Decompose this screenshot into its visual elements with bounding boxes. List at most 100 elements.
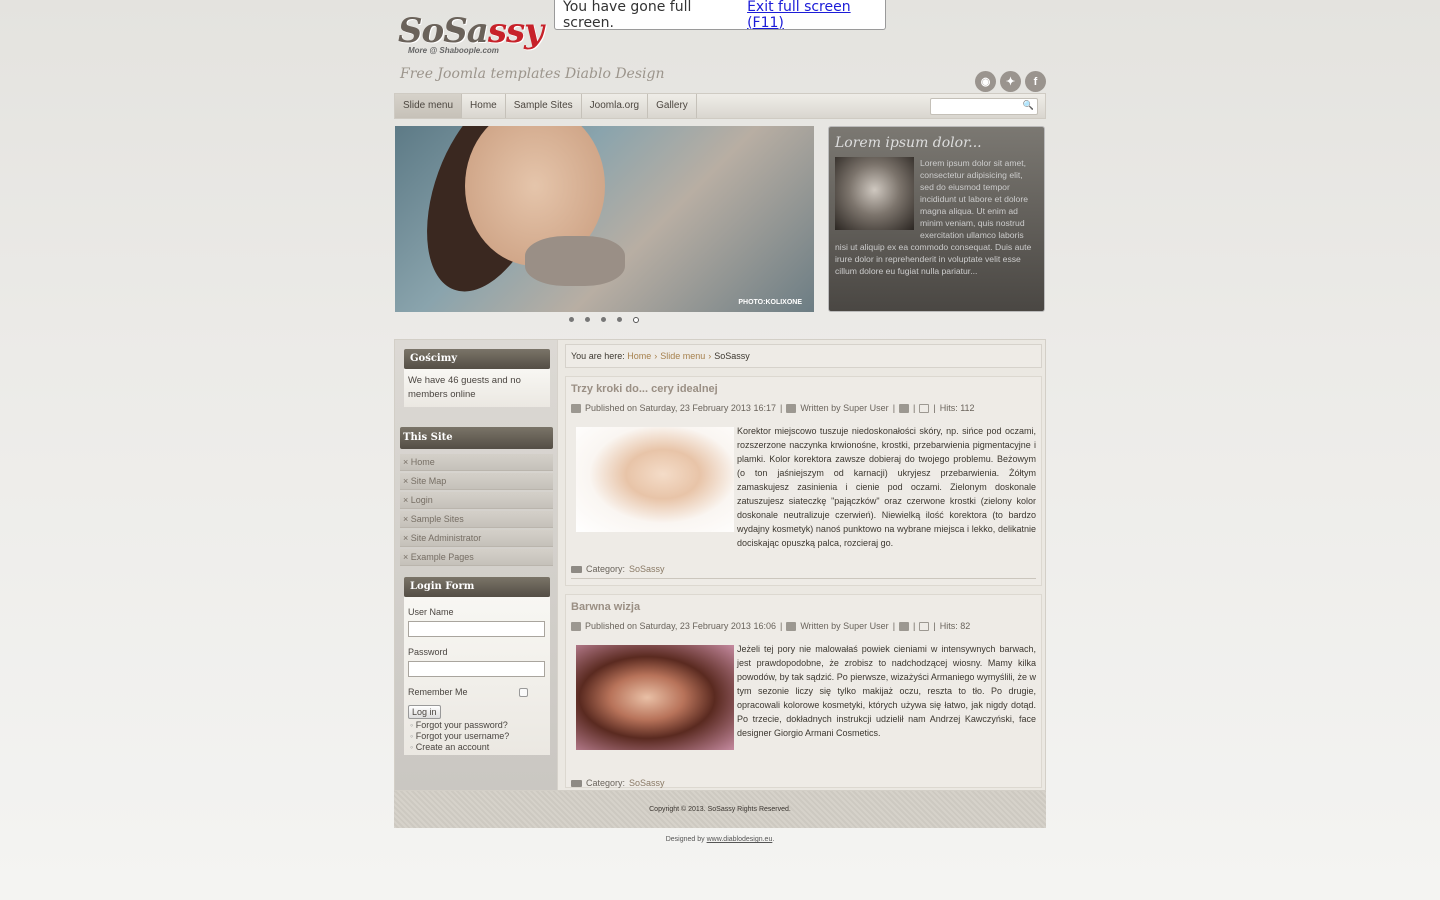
article-published: Published on Saturday, 23 February 2013 …	[585, 403, 776, 413]
print-icon[interactable]	[899, 403, 910, 413]
menu-item-sample-sites[interactable]: × Sample Sites	[400, 511, 553, 528]
article-author: Written by Super User	[800, 403, 889, 413]
article-meta: Published on Saturday, 23 February 2013 …	[571, 403, 1036, 413]
article-hits: Hits: 82	[939, 621, 971, 631]
calendar-icon	[571, 621, 581, 631]
remember-checkbox[interactable]	[519, 687, 528, 697]
folder-icon	[571, 779, 582, 787]
breadcrumb-slide-menu[interactable]: Slide menu	[660, 351, 705, 361]
login-button[interactable]: Log in	[408, 705, 441, 719]
content-area: Gościmy We have 46 guests and no members…	[394, 339, 1046, 793]
facebook-icon[interactable]: f	[1025, 71, 1046, 92]
twitter-icon[interactable]: ✦	[1000, 71, 1021, 92]
article-body: Jeżeli tej pory nie malowałaś powiek cie…	[571, 644, 1036, 750]
menu-item-site-map[interactable]: × Site Map	[400, 473, 553, 490]
feature-thumbnail	[835, 157, 914, 230]
login-form: User Name Password Remember Me Log in Fo…	[404, 597, 550, 755]
guests-module: Gościmy We have 46 guests and no members…	[404, 349, 550, 407]
slider-dot[interactable]	[585, 317, 590, 322]
article-title[interactable]: Barwna wizja	[571, 601, 1036, 613]
category-link[interactable]: SoSassy	[629, 778, 665, 788]
guests-title: Gościmy	[404, 349, 550, 369]
fullscreen-notice: You have gone full screen. Exit full scr…	[554, 0, 886, 31]
password-field[interactable]	[408, 661, 545, 677]
article-image	[576, 427, 734, 532]
create-account-link[interactable]: Create an account	[410, 742, 546, 753]
article-text: Korektor miejscowo tuszuje niedoskonałoś…	[737, 426, 1036, 548]
password-label: Password	[408, 647, 448, 657]
breadcrumb-home[interactable]: Home	[627, 351, 651, 361]
article-author: Written by Super User	[800, 621, 889, 631]
nav-item-joomla-org[interactable]: Joomla.org	[582, 94, 649, 118]
remember-row: Remember Me	[408, 685, 546, 699]
search-icon[interactable]: 🔍	[1023, 100, 1034, 111]
article-title[interactable]: Trzy kroki do... cery idealnej	[571, 383, 1036, 395]
this-site-title: This Site	[400, 427, 553, 449]
this-site-module: This Site × Home × Site Map × Login × Sa…	[400, 427, 553, 568]
breadcrumb-current: SoSassy	[714, 351, 750, 361]
rss-icon[interactable]: ◉	[975, 71, 996, 92]
username-label: User Name	[408, 607, 454, 617]
article-body: Korektor miejscowo tuszuje niedoskonałoś…	[571, 426, 1036, 550]
menu-item-site-administrator[interactable]: × Site Administrator	[400, 530, 553, 547]
print-icon[interactable]	[899, 621, 910, 631]
article-image	[576, 645, 734, 750]
feature-title: Lorem ipsum dolor...	[835, 135, 982, 151]
breadcrumb-separator: ›	[654, 351, 658, 361]
article: Barwna wizja Published on Saturday, 23 F…	[565, 594, 1042, 793]
nav-item-home[interactable]: Home	[462, 94, 506, 118]
menu-item-example-pages[interactable]: × Example Pages	[400, 549, 553, 566]
photo-credit: PHOTO:KOLIXONE	[738, 299, 802, 306]
site-logo[interactable]: SoSassy More @ Shaboople.com	[398, 11, 544, 55]
forgot-username-link[interactable]: Forgot your username?	[410, 731, 546, 742]
exit-fullscreen-link[interactable]: Exit full screen (F11)	[747, 0, 885, 31]
email-icon[interactable]	[919, 621, 930, 631]
fullscreen-message: You have gone full screen.	[563, 0, 692, 31]
email-icon[interactable]	[919, 403, 930, 413]
site-tagline: Free Joomla templates Diablo Design	[400, 66, 665, 82]
search-input[interactable]: 🔍	[930, 98, 1038, 115]
category-link[interactable]: SoSassy	[629, 564, 665, 574]
article-hits: Hits: 112	[939, 403, 975, 413]
logo-text: SoSassy	[398, 11, 544, 51]
article-category: Category: SoSassy	[571, 564, 1036, 579]
nav-item-slide-menu[interactable]: Slide menu	[395, 94, 463, 118]
nav-item-gallery[interactable]: Gallery	[648, 94, 697, 118]
article-text: Jeżeli tej pory nie malowałaś powiek cie…	[737, 644, 1036, 738]
article-published: Published on Saturday, 23 February 2013 …	[585, 621, 776, 631]
slider-dot[interactable]	[617, 317, 622, 322]
login-title: Login Form	[404, 577, 550, 597]
folder-icon	[571, 565, 582, 573]
sidebar: Gościmy We have 46 guests and no members…	[395, 340, 558, 790]
menu-item-home[interactable]: × Home	[400, 454, 553, 471]
login-module: Login Form User Name Password Remember M…	[404, 577, 550, 755]
designer-link[interactable]: www.diablodesign.eu	[707, 836, 773, 843]
slider-dots	[569, 317, 639, 323]
footer: Copyright © 2013. SoSassy Rights Reserve…	[394, 791, 1046, 828]
username-field[interactable]	[408, 621, 545, 637]
login-links: Forgot your password? Forgot your userna…	[408, 720, 546, 753]
user-icon	[786, 621, 797, 631]
slider-dot[interactable]	[601, 317, 606, 322]
feature-box: Lorem ipsum dolor... Lorem ipsum dolor s…	[828, 126, 1045, 312]
nav-item-sample-sites[interactable]: Sample Sites	[506, 94, 582, 118]
slider-dot-active[interactable]	[633, 317, 639, 323]
logo-subtitle: More @ Shaboople.com	[408, 46, 499, 55]
user-icon	[786, 403, 797, 413]
slide-photo-scarf	[525, 236, 625, 286]
main-nav: Slide menu Home Sample Sites Joomla.org …	[394, 93, 1046, 119]
guests-text: We have 46 guests and no members online	[404, 369, 550, 407]
designed-by: Designed by www.diablodesign.eu.	[665, 836, 775, 843]
breadcrumb-separator: ›	[708, 351, 712, 361]
forgot-password-link[interactable]: Forgot your password?	[410, 720, 546, 731]
slider-dot[interactable]	[569, 317, 574, 322]
menu-item-login[interactable]: × Login	[400, 492, 553, 509]
article: Trzy kroki do... cery idealnej Published…	[565, 376, 1042, 586]
image-slider[interactable]: PHOTO:KOLIXONE	[395, 126, 814, 312]
social-links: ◉ ✦ f	[975, 71, 1046, 92]
breadcrumb: You are here: Home › Slide menu › SoSassy	[565, 344, 1042, 368]
calendar-icon	[571, 403, 581, 413]
breadcrumb-prefix: You are here:	[571, 351, 625, 361]
category-label: Category:	[586, 778, 626, 788]
category-label: Category:	[586, 564, 626, 574]
